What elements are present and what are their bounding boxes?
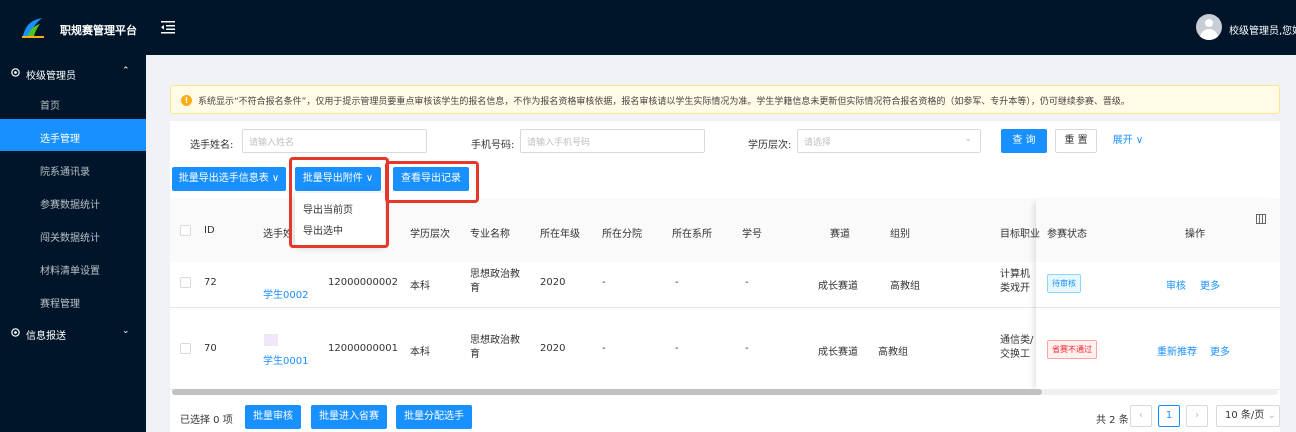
sidebar-item-contestants[interactable]: 选手管理 xyxy=(0,119,146,151)
col-group: 组别 xyxy=(890,229,910,240)
phone-label: 手机号码: xyxy=(471,140,515,151)
export-info-label: 批量导出选手信息表 xyxy=(178,173,269,184)
col-edu: 学历层次 xyxy=(410,229,450,240)
col-id: ID xyxy=(204,225,215,236)
highlight-box-view-records xyxy=(385,161,479,203)
cell-dept: - xyxy=(675,277,679,288)
col-career: 目标职业 xyxy=(1000,229,1040,240)
cell-career: 通信类/交换工程 xyxy=(1000,335,1034,360)
cell-id: 72 xyxy=(204,277,217,288)
cell-career: 计算机类戏开发工 xyxy=(1000,269,1030,294)
sidebar-group-admin[interactable]: 校级管理员 ⌃ xyxy=(0,58,146,88)
highlight-box-export-attachment xyxy=(289,157,389,248)
page-1-button[interactable]: 1 xyxy=(1158,405,1180,427)
chevron-down-icon: ⌄ xyxy=(1267,410,1276,421)
cell-name-link[interactable]: 学生0001 xyxy=(263,352,308,367)
chevron-down-icon: ∨ xyxy=(271,173,280,184)
page-size-select[interactable]: 10 条/页 ⌄ xyxy=(1216,405,1280,427)
cell-name-link[interactable]: 学生0002 xyxy=(263,286,308,301)
next-page-button[interactable]: › xyxy=(1186,405,1208,427)
reset-button[interactable]: 重 置 xyxy=(1055,129,1097,153)
sidebar-item-stats[interactable]: 参赛数据统计 xyxy=(0,185,146,217)
sidebar-item-materials[interactable]: 材料清单设置 xyxy=(0,251,146,283)
prev-page-button[interactable]: ‹ xyxy=(1130,405,1152,427)
gear-icon xyxy=(11,68,20,77)
sidebar-item-level-stats[interactable]: 闯关数据统计 xyxy=(0,218,146,250)
sidebar-group-label: 校级管理员 xyxy=(26,71,76,82)
phone-input[interactable]: 请输入手机号码 xyxy=(520,129,705,153)
cell-college: - xyxy=(602,277,606,288)
sidebar-item-schedule[interactable]: 赛程管理 xyxy=(0,284,146,316)
cell-major: 思想政治教育 xyxy=(470,335,520,360)
app-title: 职规赛管理平台 xyxy=(60,24,137,37)
batch-review-button[interactable]: 批量审核 xyxy=(245,405,301,429)
cell-grade: 2020 xyxy=(540,343,566,354)
cell-major: 思想政治教育 xyxy=(470,269,520,294)
chevron-down-icon: ∨ xyxy=(1135,135,1144,146)
chevron-down-icon: ⌄ xyxy=(964,134,972,144)
cell-track: 成长赛道 xyxy=(818,281,858,292)
avatar[interactable] xyxy=(1196,14,1222,40)
col-college: 所在分院 xyxy=(602,229,642,240)
cell-edu: 本科 xyxy=(410,347,430,358)
cell-grade: 2020 xyxy=(540,277,566,288)
name-label: 选手姓名: xyxy=(190,140,234,151)
row-checkbox[interactable] xyxy=(180,343,191,354)
expand-label: 展开 xyxy=(1112,135,1133,146)
row-checkbox[interactable] xyxy=(180,277,191,288)
cell-group: 高教组 xyxy=(890,281,920,292)
user-greeting[interactable]: 校级管理员,您好 xyxy=(1229,22,1296,37)
notice-banner: ! 系统显示“不符合报名条件”，仅用于提示管理员要重点审核该学生的报名信息，不作… xyxy=(170,85,1280,114)
cell-id: 70 xyxy=(204,343,217,354)
cell-sno: - xyxy=(745,277,749,288)
export-info-button[interactable]: 批量导出选手信息表 ∨ xyxy=(172,167,286,191)
sidebar-item-directory[interactable]: 院系通讯录 xyxy=(0,152,146,184)
selected-count: 已选择 0 项 xyxy=(180,415,233,426)
notice-text: 系统显示“不符合报名条件”，仅用于提示管理员要重点审核该学生的报名信息，不作为报… xyxy=(198,97,1130,107)
logo-icon xyxy=(22,18,44,38)
cell-college: - xyxy=(602,343,606,354)
gear-icon xyxy=(11,328,20,337)
menu-collapse-icon[interactable] xyxy=(160,19,176,35)
horizontal-scrollbar[interactable] xyxy=(172,389,1278,395)
edu-select[interactable]: 请选择 ⌄ xyxy=(797,129,981,153)
batch-enter-province-button[interactable]: 批量进入省赛 xyxy=(311,405,387,429)
batch-assign-button[interactable]: 批量分配选手 xyxy=(396,405,472,429)
avatar-thumbnail xyxy=(264,334,278,346)
col-sno: 学号 xyxy=(742,229,762,240)
sidebar-group-label: 信息报送 xyxy=(26,331,66,342)
cell-dept: - xyxy=(675,343,679,354)
col-track: 赛道 xyxy=(830,229,850,240)
col-grade: 所在年级 xyxy=(540,229,580,240)
edu-label: 学历层次: xyxy=(748,140,792,151)
cell-track: 成长赛道 xyxy=(818,347,858,358)
chevron-down-icon: ⌄ xyxy=(122,326,130,336)
top-bar: 职规赛管理平台 校级管理员,您好 xyxy=(0,0,1296,55)
total-count: 共 2 条 xyxy=(1096,415,1129,426)
cell-group: 高教组 xyxy=(878,347,908,358)
cell-edu: 本科 xyxy=(410,281,430,292)
cell-phone: 12000000001 xyxy=(328,343,398,354)
page-size-label: 10 条/页 xyxy=(1225,410,1265,421)
expand-button[interactable]: 展开 ∨ xyxy=(1108,129,1148,153)
sidebar-group-report[interactable]: 信息报送 ⌄ xyxy=(0,318,146,348)
search-button[interactable]: 查 询 xyxy=(1001,129,1047,153)
col-dept: 所在系所 xyxy=(672,229,712,240)
cell-phone: 12000000002 xyxy=(328,277,398,288)
select-all-checkbox[interactable] xyxy=(180,225,191,236)
fixed-column-shadow xyxy=(1036,198,1280,393)
edu-select-placeholder: 请选择 xyxy=(804,138,832,148)
sidebar-item-home[interactable]: 首页 xyxy=(0,86,146,118)
name-input[interactable]: 请输入姓名 xyxy=(242,129,427,153)
chevron-up-icon: ⌃ xyxy=(122,66,130,76)
scrollbar-thumb[interactable] xyxy=(172,389,1042,395)
warning-icon: ! xyxy=(181,95,192,106)
cell-sno: - xyxy=(745,343,749,354)
col-name: 选手姓名 xyxy=(263,229,291,240)
col-major: 专业名称 xyxy=(470,229,510,240)
